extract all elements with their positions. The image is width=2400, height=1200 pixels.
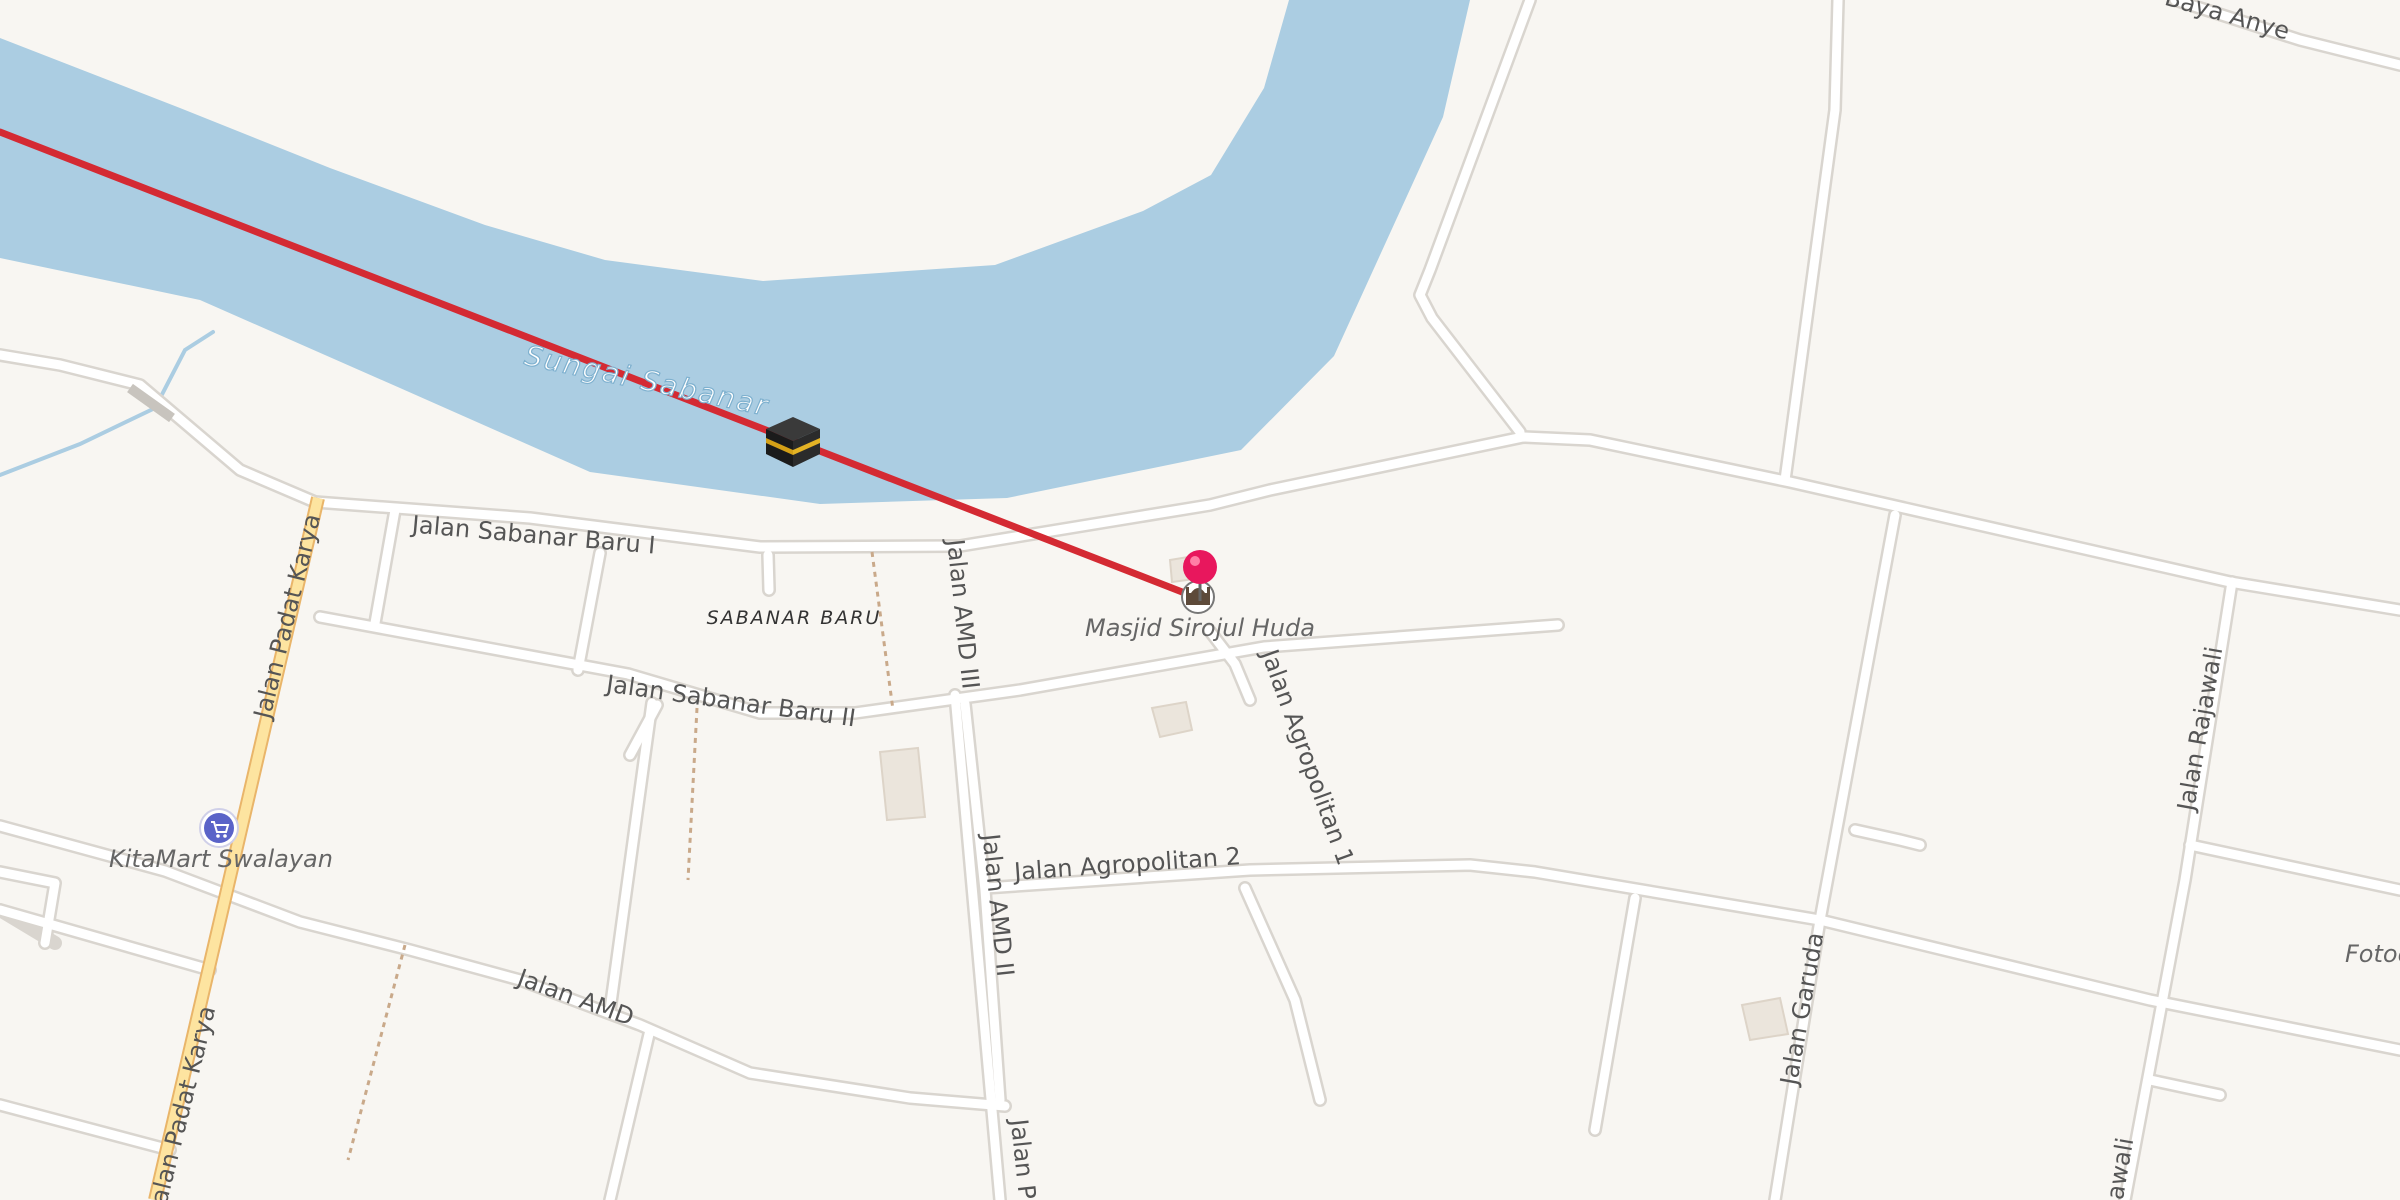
area-label: SABANAR BARU: [707, 607, 882, 629]
poi-label-kitamart: KitaMart Swalayan: [109, 845, 333, 873]
map-canvas[interactable]: Sungai Sabanar Jalan Sabanar Baru I Jala…: [0, 0, 2400, 1200]
poi-label-mosque: Masjid Sirojul Huda: [1085, 614, 1315, 642]
shopping-cart-icon[interactable]: [199, 808, 239, 848]
mosque-icon[interactable]: [1181, 580, 1215, 614]
poi-label-fotoc: Fotoc: [2345, 940, 2400, 968]
